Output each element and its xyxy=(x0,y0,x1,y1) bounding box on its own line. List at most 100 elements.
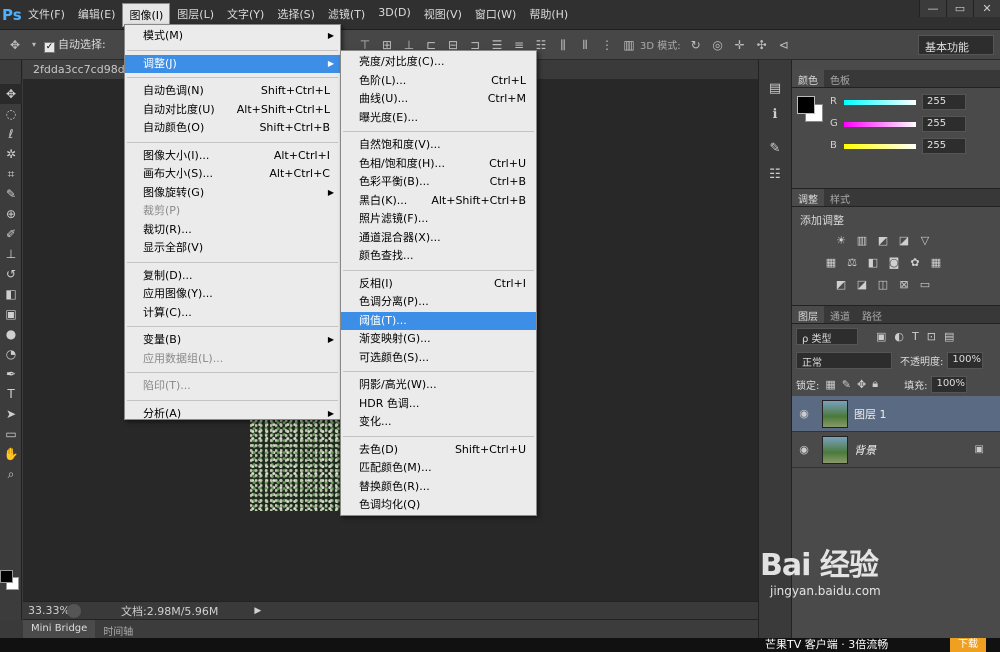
shape-tool-icon[interactable]: ▭ xyxy=(0,424,22,444)
gradient-map-icon[interactable]: ▭ xyxy=(916,277,934,293)
menu-item[interactable]: 帮助(H) xyxy=(523,3,574,27)
menu-item[interactable]: 图像旋转(G) ▶ xyxy=(125,184,340,203)
slider-track[interactable] xyxy=(844,100,916,105)
opacity-field[interactable]: 100% xyxy=(947,351,984,369)
promo-download-button[interactable]: 下载 xyxy=(950,638,986,652)
menu-item[interactable]: 编辑(E) xyxy=(72,3,122,27)
menu-item[interactable]: 反相(I) Ctrl+I xyxy=(341,275,536,294)
menu-item[interactable]: 选择(S) xyxy=(271,3,321,27)
menu-item[interactable]: 文字(Y) xyxy=(221,3,270,27)
exposure-icon[interactable]: ◪ xyxy=(895,233,913,249)
menu-item[interactable]: 匹配颜色(M)... xyxy=(341,459,536,478)
layer-row[interactable]: ◉ 图层 1 xyxy=(792,396,1000,432)
bottom-tab[interactable]: Mini Bridge xyxy=(23,620,96,638)
menu-item[interactable]: 照片滤镜(F)... xyxy=(341,210,536,229)
menu-item[interactable]: 文件(F) xyxy=(22,3,71,27)
menu-item[interactable]: 去色(D) Shift+Ctrl+U xyxy=(341,441,536,460)
foreground-color-swatch[interactable] xyxy=(0,570,13,583)
menu-item[interactable]: 计算(C)... xyxy=(125,304,340,323)
filter-shape-icon[interactable]: ⊡ xyxy=(927,330,936,343)
history-brush-icon[interactable]: ↺ xyxy=(0,264,22,284)
panel-tab[interactable]: 路径 xyxy=(856,306,888,323)
status-arrow-icon[interactable]: ▶ xyxy=(254,606,261,616)
distribute-right-icon[interactable]: ⋮ xyxy=(600,38,614,52)
crop-tool-icon[interactable]: ⌗ xyxy=(0,164,22,184)
brush-presets-icon[interactable]: ✎ xyxy=(759,136,791,162)
distribute-center-icon[interactable]: ⫴ xyxy=(578,38,592,52)
menu-item[interactable]: 画布大小(S)... Alt+Ctrl+C xyxy=(125,165,340,184)
menu-item[interactable]: 复制(D)... xyxy=(125,267,340,286)
layer-row[interactable]: ◉ 背景 ▣ xyxy=(792,432,1000,468)
gradient-icon[interactable]: ▣ xyxy=(0,304,22,324)
levels-icon[interactable]: ▥ xyxy=(853,233,871,249)
menu-item[interactable]: 窗口(W) xyxy=(469,3,522,27)
quick-select-icon[interactable]: ✲ xyxy=(0,144,22,164)
photo-filter-icon[interactable]: ◙ xyxy=(885,255,903,271)
foreground-color-swatch[interactable] xyxy=(797,96,815,114)
menu-item[interactable]: 图层(L) xyxy=(171,3,220,27)
fill-field[interactable]: 100% xyxy=(931,375,968,393)
move-tool-icon[interactable]: ✥ xyxy=(0,84,22,104)
lock-position-icon[interactable]: ✥ xyxy=(857,378,866,391)
slide-3d-icon[interactable]: ✣ xyxy=(755,38,769,52)
blend-mode-select[interactable]: 正常 xyxy=(796,351,892,369)
eyedropper-icon[interactable]: ✎ xyxy=(0,184,22,204)
eye-icon[interactable]: ◉ xyxy=(792,407,816,420)
menu-item[interactable]: 阴影/高光(W)... xyxy=(341,376,536,395)
layer-name[interactable]: 图层 1 xyxy=(854,406,887,422)
menu-item[interactable]: 3D(D) xyxy=(372,3,417,27)
eye-icon[interactable]: ◉ xyxy=(792,443,816,456)
menu-item[interactable]: 分析(A) ▶ xyxy=(125,405,340,424)
menu-item[interactable]: 裁切(R)... xyxy=(125,221,340,240)
menu-item[interactable]: 色调分离(P)... xyxy=(341,293,536,312)
eraser-icon[interactable]: ◧ xyxy=(0,284,22,304)
menu-item[interactable]: 替换颜色(R)... xyxy=(341,478,536,497)
healing-brush-icon[interactable]: ⊕ xyxy=(0,204,22,224)
roll-3d-icon[interactable]: ◎ xyxy=(711,38,725,52)
properties-icon[interactable]: ℹ xyxy=(759,102,791,128)
panel-tab[interactable]: 样式 xyxy=(824,189,856,206)
document-tab[interactable]: 2fdda3cc7cd98d1 xyxy=(23,60,133,79)
filter-smart-icon[interactable]: ▤ xyxy=(944,330,954,343)
marquee-tool-icon[interactable]: ◌ xyxy=(0,104,22,124)
menu-item[interactable]: 应用图像(Y)... xyxy=(125,285,340,304)
menu-item[interactable]: 模式(M) ▶ xyxy=(125,27,340,46)
menu-item[interactable]: 曲线(U)... Ctrl+M xyxy=(341,90,536,109)
clone-stamp-icon[interactable]: ⊥ xyxy=(0,244,22,264)
menu-item[interactable]: 变量(B) ▶ xyxy=(125,331,340,350)
threshold-icon[interactable]: ◫ xyxy=(874,277,892,293)
zoom-tool-icon[interactable]: ⌕ xyxy=(0,464,22,484)
slider-value-field[interactable]: 255 xyxy=(922,94,966,110)
minimize-button[interactable]: — xyxy=(919,0,946,17)
brush-tool-icon[interactable]: ✐ xyxy=(0,224,22,244)
menu-item[interactable]: 色彩平衡(B)... Ctrl+B xyxy=(341,173,536,192)
menu-item[interactable]: 图像大小(I)... Alt+Ctrl+I xyxy=(125,147,340,166)
menu-item[interactable]: 自然饱和度(V)... xyxy=(341,136,536,155)
lock-pixels-icon[interactable]: ✎ xyxy=(842,378,851,391)
slider-track[interactable] xyxy=(844,144,916,149)
proof-icon[interactable] xyxy=(67,603,81,618)
selective-color-icon[interactable]: ⊠ xyxy=(895,277,913,293)
slider-track[interactable] xyxy=(844,122,916,127)
auto-select-checkbox[interactable]: ✓ 自动选择: xyxy=(44,36,106,53)
zoom-level[interactable]: 33.33% xyxy=(23,604,70,617)
menu-item[interactable]: 亮度/对比度(C)... xyxy=(341,53,536,72)
menu-item[interactable]: 色调均化(Q) xyxy=(341,496,536,515)
rotate-3d-icon[interactable]: ↻ xyxy=(689,38,703,52)
pen-tool-icon[interactable]: ✒ xyxy=(0,364,22,384)
menu-item[interactable]: 图像(I) xyxy=(122,2,171,27)
brightness-icon[interactable]: ☀ xyxy=(832,233,850,249)
black-white-icon[interactable]: ◧ xyxy=(864,255,882,271)
layer-name[interactable]: 背景 xyxy=(854,442,876,458)
posterize-icon[interactable]: ◪ xyxy=(853,277,871,293)
restore-button[interactable]: ▭ xyxy=(946,0,973,17)
scale-3d-icon[interactable]: ⊲ xyxy=(777,38,791,52)
menu-item[interactable]: 阈值(T)... xyxy=(341,311,536,330)
slider-value-field[interactable]: 255 xyxy=(922,138,966,154)
lasso-tool-icon[interactable]: ℓ xyxy=(0,124,22,144)
color-lookup-icon[interactable]: ▦ xyxy=(927,255,945,271)
menu-item[interactable]: 自动色调(N) Shift+Ctrl+L xyxy=(125,82,340,101)
layer-kind-filter[interactable]: ρ 类型 xyxy=(796,327,858,345)
blur-tool-icon[interactable]: ● xyxy=(0,324,22,344)
menu-item[interactable]: 黑白(K)... Alt+Shift+Ctrl+B xyxy=(341,192,536,211)
